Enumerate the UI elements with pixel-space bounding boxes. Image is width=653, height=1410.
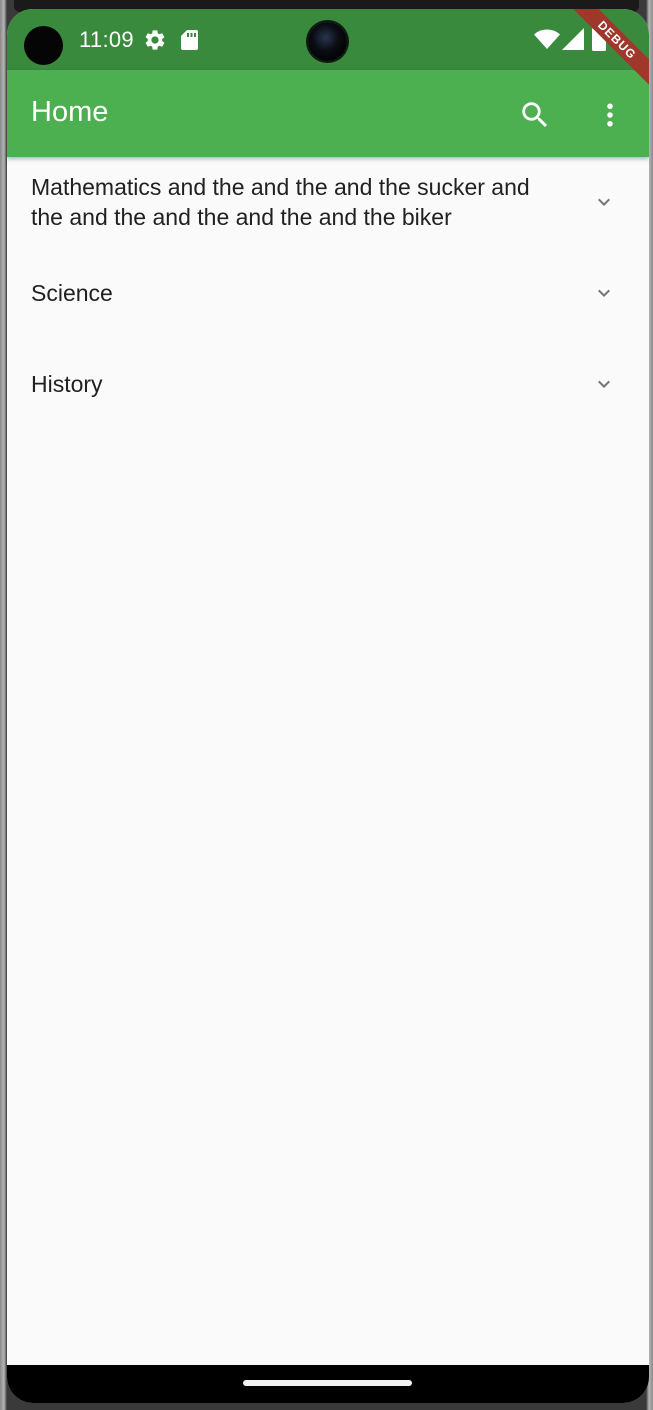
tile-title: History: [31, 371, 103, 397]
app-bar: Home: [7, 70, 649, 157]
tile-title: Science: [31, 280, 113, 306]
home-gesture-handle[interactable]: [243, 1380, 412, 1386]
search-icon[interactable]: [518, 98, 552, 132]
system-nav-bar: [7, 1365, 649, 1403]
status-time: 11:09: [79, 27, 134, 52]
device-frame: 11:09 DEBUG Home Mathematics and the and…: [0, 0, 653, 1410]
punch-hole-camera: [24, 26, 63, 65]
sd-card-icon: [181, 30, 198, 50]
tile-title: Mathematics and the and the and the suck…: [31, 174, 530, 230]
phone-screen: 11:09 DEBUG Home Mathematics and the and…: [7, 9, 649, 1403]
cell-signal-icon: [562, 28, 584, 50]
more-vert-icon[interactable]: [595, 98, 625, 132]
chevron-down-icon[interactable]: [592, 372, 616, 396]
expansion-tile-science[interactable]: Science: [7, 248, 649, 339]
settings-gear-icon: [145, 30, 165, 50]
expansion-list: Mathematics and the and the and the suck…: [7, 157, 649, 430]
chevron-down-icon[interactable]: [592, 281, 616, 305]
expansion-tile-history[interactable]: History: [7, 339, 649, 430]
expansion-tile-mathematics[interactable]: Mathematics and the and the and the suck…: [7, 157, 649, 248]
chevron-down-icon[interactable]: [592, 190, 616, 214]
front-camera: [308, 22, 347, 61]
page-title: Home: [31, 96, 109, 128]
wifi-icon: [534, 29, 560, 49]
status-bar: 11:09: [7, 9, 649, 70]
